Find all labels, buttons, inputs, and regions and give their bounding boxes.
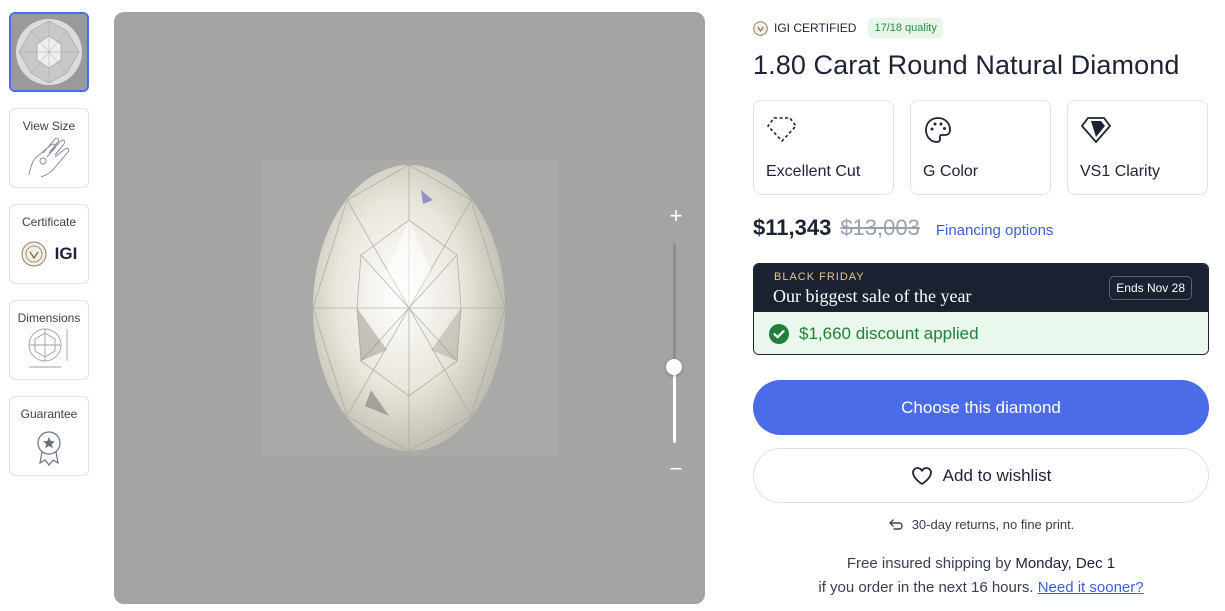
shipping-line-1: Free insured shipping by Monday, Dec 1: [753, 555, 1209, 572]
certification-row: IGI CERTIFIED 17/18 quality: [753, 18, 943, 38]
spec-label: VS1 Clarity: [1080, 163, 1161, 180]
spec-label: Excellent Cut: [766, 163, 861, 180]
diamond-thumbnail-image: [11, 14, 87, 90]
return-arrow-icon: [889, 518, 903, 530]
shipping-line-2: if you order in the next 16 hours. Need …: [753, 579, 1209, 596]
spec-card-color[interactable]: G Color: [910, 100, 1051, 195]
zoom-slider-handle[interactable]: [666, 359, 682, 375]
dimensions-icon: [10, 325, 88, 371]
guarantee-badge-icon: [10, 427, 88, 467]
promo-kicker: BLACK FRIDAY: [774, 271, 865, 283]
promo-end-badge: Ends Nov 28: [1109, 276, 1192, 300]
hand-ring-icon: [10, 131, 88, 179]
promo-header: BLACK FRIDAY Our biggest sale of the yea…: [754, 264, 1208, 312]
palette-icon: [923, 115, 953, 150]
discount-text: $1,660 discount applied: [799, 323, 979, 343]
thumb-diamond-photo[interactable]: [9, 12, 89, 92]
heart-icon: [911, 466, 932, 485]
zoom-in-button[interactable]: +: [666, 205, 686, 227]
spec-label: G Color: [923, 163, 979, 180]
thumb-label: Dimensions: [17, 311, 81, 325]
add-to-wishlist-button[interactable]: Add to wishlist: [753, 448, 1209, 503]
diamond-image: [261, 160, 557, 456]
igi-logo: IGI: [10, 241, 88, 267]
igi-brand-text: IGI: [54, 244, 78, 263]
igi-seal-icon: [21, 241, 47, 267]
quality-badge: 17/18 quality: [868, 18, 943, 38]
promo-discount-row: $1,660 discount applied: [754, 312, 1208, 354]
current-price: $11,343: [753, 215, 832, 240]
black-friday-promo: BLACK FRIDAY Our biggest sale of the yea…: [753, 263, 1209, 355]
zoom-out-button[interactable]: −: [666, 458, 686, 480]
order-window-text: if you order in the next 16 hours.: [818, 579, 1038, 596]
spec-card-cut[interactable]: Excellent Cut: [753, 100, 894, 195]
check-circle-icon: [769, 323, 789, 344]
thumb-label: Certificate: [21, 215, 77, 229]
thumb-label: Guarantee: [20, 407, 78, 421]
zoom-slider-track[interactable]: [673, 243, 676, 443]
returns-note: 30-day returns, no fine print.: [753, 517, 1209, 532]
spec-card-clarity[interactable]: VS1 Clarity: [1067, 100, 1208, 195]
diamond-viewer[interactable]: + −: [114, 12, 705, 604]
thumb-guarantee[interactable]: Guarantee: [9, 396, 89, 476]
diamond-clarity-icon: [1080, 115, 1112, 150]
thumb-dimensions[interactable]: Dimensions: [9, 300, 89, 380]
igi-seal-icon: [753, 20, 768, 36]
need-it-sooner-link[interactable]: Need it sooner?: [1038, 579, 1144, 596]
financing-options-link[interactable]: Financing options: [936, 222, 1054, 239]
zoom-slider-fill: [673, 367, 676, 443]
choose-diamond-button[interactable]: Choose this diamond: [753, 380, 1209, 435]
promo-headline: Our biggest sale of the year: [773, 286, 972, 306]
thumb-view-size[interactable]: View Size: [9, 108, 89, 188]
product-title: 1.80 Carat Round Natural Diamond: [753, 50, 1180, 80]
shipping-prefix: Free insured shipping by: [846, 555, 1016, 572]
thumb-certificate[interactable]: Certificate IGI: [9, 204, 89, 284]
shipping-date: Monday, Dec 1: [1015, 555, 1116, 572]
cut-outline-icon: [766, 115, 798, 148]
wishlist-label: Add to wishlist: [942, 465, 1052, 485]
returns-text: 30-day returns, no fine print.: [911, 517, 1075, 532]
cert-label: IGI CERTIFIED: [774, 21, 857, 35]
price-row: $11,343 $13,003 Financing options: [753, 215, 1053, 241]
original-price: $13,003: [840, 215, 920, 240]
